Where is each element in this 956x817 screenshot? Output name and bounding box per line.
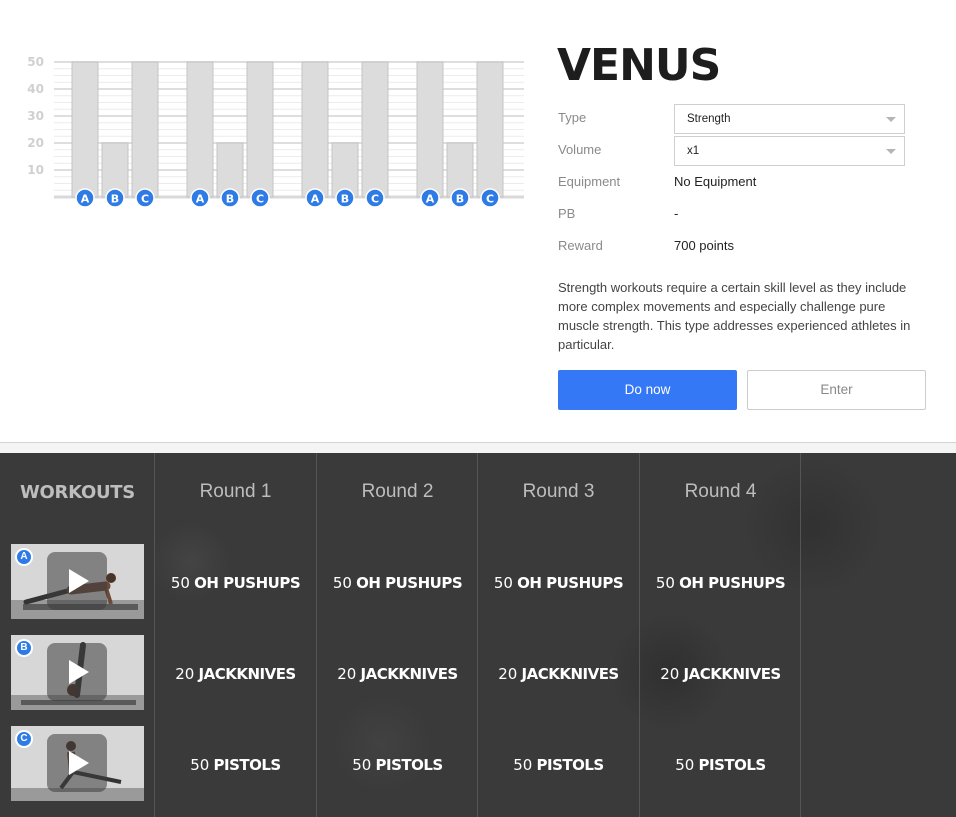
exercise-name: JACKKNIVES [683, 665, 782, 683]
exercise-name: JACKKNIVES [521, 665, 620, 683]
reward-label: Reward [558, 238, 603, 253]
bar-label: B [456, 193, 464, 206]
bar [476, 61, 504, 198]
round-1-header: Round 1 [199, 481, 272, 502]
exercise-name: PISTOLS [213, 756, 282, 774]
round-2-exercise-b: 20 JACKKNIVES [317, 665, 478, 683]
reps-count: 20 [175, 665, 195, 683]
reps-count: 20 [337, 665, 357, 683]
round-3-exercise-b: 20 JACKKNIVES [478, 665, 639, 683]
exercise-name: OH PUSHUPS [356, 574, 463, 592]
workouts-heading: WORKOUTS [20, 482, 135, 503]
round-1-exercise-c: 50 PISTOLS [155, 756, 316, 774]
chart-svg: 10 20 30 40 50 A B C A B C A B C A B C [27, 55, 524, 208]
y-tick-label: 30 [27, 109, 44, 123]
exercise-name: OH PUSHUPS [679, 574, 786, 592]
round-2-exercise-a: 50 OH PUSHUPS [317, 574, 478, 592]
bar [246, 61, 274, 198]
exercise-badge-a: A [15, 548, 33, 566]
y-tick-label: 50 [27, 55, 44, 69]
exercise-name: JACKKNIVES [198, 665, 297, 683]
reps-count: 50 [352, 756, 372, 774]
bar-label: A [311, 193, 320, 206]
section-gap [0, 443, 956, 453]
equipment-label: Equipment [558, 174, 621, 189]
bar-label: C [256, 193, 264, 206]
reps-count: 20 [660, 665, 680, 683]
bar [361, 61, 389, 198]
exercise-name: OH PUSHUPS [194, 574, 301, 592]
reps-count: 50 [493, 574, 513, 592]
type-select-value: Strength [687, 113, 731, 125]
chevron-down-icon [886, 117, 896, 122]
round-3-exercise-c: 50 PISTOLS [478, 756, 639, 774]
pb-label: PB [558, 206, 576, 221]
y-tick-label: 20 [27, 136, 44, 150]
reps-count: 20 [498, 665, 518, 683]
equipment-value: No Equipment [674, 174, 757, 189]
round-3-header: Round 3 [522, 481, 595, 502]
exercise-name: PISTOLS [536, 756, 605, 774]
bar [71, 61, 99, 198]
reps-bar-chart: 10 20 30 40 50 A B C A B C A B C A B C [22, 50, 532, 220]
reps-count: 50 [170, 574, 190, 592]
bar-label: B [111, 193, 119, 206]
type-select[interactable]: Strength [674, 104, 905, 134]
exercise-b-video-thumbnail[interactable]: B [11, 635, 144, 710]
enter-button[interactable]: Enter [747, 370, 926, 410]
type-label: Type [558, 110, 587, 125]
bar [186, 61, 214, 198]
bar-label: A [196, 193, 205, 206]
exercise-name: JACKKNIVES [360, 665, 459, 683]
round-4-exercise-c: 50 PISTOLS [640, 756, 801, 774]
bar-label: C [486, 193, 494, 206]
round-2-exercise-c: 50 PISTOLS [317, 756, 478, 774]
bar-label: B [226, 193, 234, 206]
exercise-name: OH PUSHUPS [517, 574, 624, 592]
exercise-badge-b: B [15, 639, 33, 657]
round-3-exercise-a: 50 OH PUSHUPS [478, 574, 639, 592]
y-tick-label: 10 [27, 163, 44, 177]
reward-value: 700 points [674, 238, 734, 253]
play-icon [47, 734, 107, 792]
round-1-exercise-a: 50 OH PUSHUPS [155, 574, 316, 592]
bar-label: C [371, 193, 379, 206]
round-4-exercise-a: 50 OH PUSHUPS [640, 574, 801, 592]
round-1-exercise-b: 20 JACKKNIVES [155, 665, 316, 683]
y-tick-label: 40 [27, 82, 44, 96]
reps-count: 50 [190, 756, 210, 774]
bar [416, 61, 444, 198]
bar [131, 61, 159, 198]
reps-count: 50 [655, 574, 675, 592]
do-now-button[interactable]: Do now [558, 370, 737, 410]
volume-select[interactable]: x1 [674, 136, 905, 166]
workout-title: VENUS [557, 40, 721, 91]
workout-description: Strength workouts require a certain skil… [558, 280, 911, 352]
exercise-name: PISTOLS [698, 756, 767, 774]
workouts-table: WORKOUTS Round 1 Round 2 Round 3 Round 4… [0, 453, 956, 817]
pb-value: - [674, 206, 679, 221]
play-icon [47, 552, 107, 610]
round-4-exercise-b: 20 JACKKNIVES [640, 665, 801, 683]
reps-count: 50 [513, 756, 533, 774]
exercise-badge-c: C [15, 730, 33, 748]
bar-label: A [426, 193, 435, 206]
reps-count: 50 [675, 756, 695, 774]
exercise-c-video-thumbnail[interactable]: C [11, 726, 144, 801]
reps-count: 50 [332, 574, 352, 592]
round-4-header: Round 4 [684, 481, 757, 502]
bar [301, 61, 329, 198]
exercise-name: PISTOLS [375, 756, 444, 774]
play-icon [47, 643, 107, 701]
volume-select-value: x1 [687, 145, 700, 157]
bar-label: A [81, 193, 90, 206]
volume-label: Volume [558, 142, 602, 157]
bar-label: C [141, 193, 149, 206]
exercise-a-video-thumbnail[interactable]: A [11, 544, 144, 619]
round-2-header: Round 2 [361, 481, 434, 502]
bar-label: B [341, 193, 349, 206]
workout-overview: 10 20 30 40 50 A B C A B C A B C A B C VENUS Type Streng… [0, 0, 956, 443]
chevron-down-icon [886, 149, 896, 154]
